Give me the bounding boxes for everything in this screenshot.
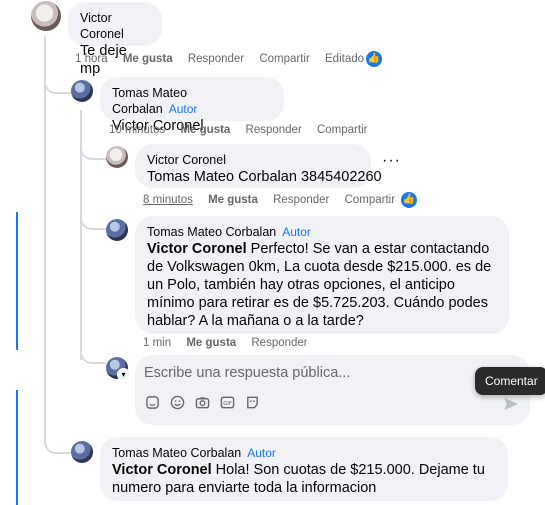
comment-author[interactable]: Victor Coronel <box>80 10 150 42</box>
sticker-icon[interactable] <box>144 395 161 412</box>
avatar[interactable] <box>106 219 128 241</box>
author-badge: Autor <box>168 102 198 116</box>
thread-connector <box>80 210 106 230</box>
share-button[interactable]: Compartir <box>317 124 367 136</box>
like-button[interactable]: Me gusta <box>186 337 236 349</box>
chevron-down-icon[interactable]: ▾ <box>117 368 130 381</box>
avatar-sticker-icon[interactable] <box>244 395 261 412</box>
reply-author[interactable]: Tomas Mateo Corbalan <box>147 225 276 239</box>
reply-bubble: Victor Coronel Tomas Mateo Corbalan 3845… <box>135 144 382 188</box>
thread-connector <box>44 430 72 454</box>
like-button[interactable]: Me gusta <box>123 53 173 65</box>
comment-bubble: Victor Coronel Te deje mp <box>68 2 162 77</box>
reply-input[interactable]: Escribe una respuesta pública... GIF <box>135 355 530 425</box>
reply-placeholder: Escribe una respuesta pública... <box>144 365 351 381</box>
send-icon[interactable] <box>503 396 519 417</box>
share-button[interactable]: Compartir <box>345 194 395 206</box>
timestamp[interactable]: 1 hora <box>75 53 108 65</box>
focus-indicator <box>16 212 18 350</box>
timestamp[interactable]: 1 min <box>143 337 171 349</box>
like-icon[interactable]: 👍 <box>366 51 382 67</box>
share-button[interactable]: Compartir <box>259 53 309 65</box>
reply-button[interactable]: Responder <box>273 194 329 206</box>
svg-text:GIF: GIF <box>223 401 231 407</box>
emoji-icon[interactable] <box>169 395 186 412</box>
gif-icon[interactable]: GIF <box>219 395 236 412</box>
more-options-icon[interactable]: ··· <box>382 152 401 170</box>
reply-actions: 10 minutos Me gusta Responder Compartir <box>109 124 379 136</box>
reply-button[interactable]: Responder <box>246 124 302 136</box>
reply-button[interactable]: Responder <box>188 53 244 65</box>
reply-author[interactable]: Victor Coronel <box>147 152 359 168</box>
edited-label: Editado <box>325 53 365 65</box>
like-button[interactable]: Me gusta <box>208 194 258 206</box>
composer-tools: GIF <box>144 395 261 412</box>
author-badge: Autor <box>247 446 276 460</box>
reply-bubble: Tomas Mateo Corbalan Autor Victor Coronel… <box>135 216 509 334</box>
reply-author[interactable]: Tomas Mateo Corbalan <box>112 446 241 460</box>
author-badge: Autor <box>282 225 311 239</box>
like-button[interactable]: Me gusta <box>180 124 230 136</box>
reply-bubble: Tomas Mateo Corbalan Autor Victor Coronel <box>100 77 284 134</box>
thread-connector <box>44 70 72 94</box>
reply-actions: 1 min Me gusta Responder <box>143 337 320 349</box>
thread-connector <box>80 346 106 364</box>
avatar[interactable] <box>71 441 93 463</box>
reply-button[interactable]: Responder <box>251 337 307 349</box>
timestamp[interactable]: 10 minutos <box>109 124 165 136</box>
comment-actions: 1 hora Me gusta Responder Compartir Edit… <box>75 53 376 65</box>
timestamp[interactable]: 8 minutos <box>143 194 193 206</box>
reply-text: 3845402260 <box>296 169 382 185</box>
mention-link[interactable]: Victor Coronel <box>147 241 247 257</box>
comment-thread: Victor Coronel Te deje mp 1 hora Me gust… <box>0 0 545 505</box>
mention-link[interactable]: Tomas Mateo Corbalan <box>147 169 297 185</box>
avatar[interactable] <box>31 1 61 31</box>
avatar[interactable] <box>106 146 128 168</box>
focus-indicator <box>16 390 18 505</box>
mention-link[interactable]: Victor Coronel <box>112 462 212 478</box>
like-icon[interactable]: 👍 <box>401 192 417 208</box>
reply-bubble: Tomas Mateo Corbalan Autor Victor Coronel… <box>100 437 508 501</box>
avatar[interactable] <box>71 80 93 102</box>
camera-icon[interactable] <box>194 395 211 412</box>
thread-line-main <box>44 36 46 440</box>
comment-tooltip: Comentar <box>475 367 545 395</box>
thread-connector <box>80 142 106 160</box>
reply-actions: 8 minutos Me gusta Responder Compartir <box>143 194 407 206</box>
